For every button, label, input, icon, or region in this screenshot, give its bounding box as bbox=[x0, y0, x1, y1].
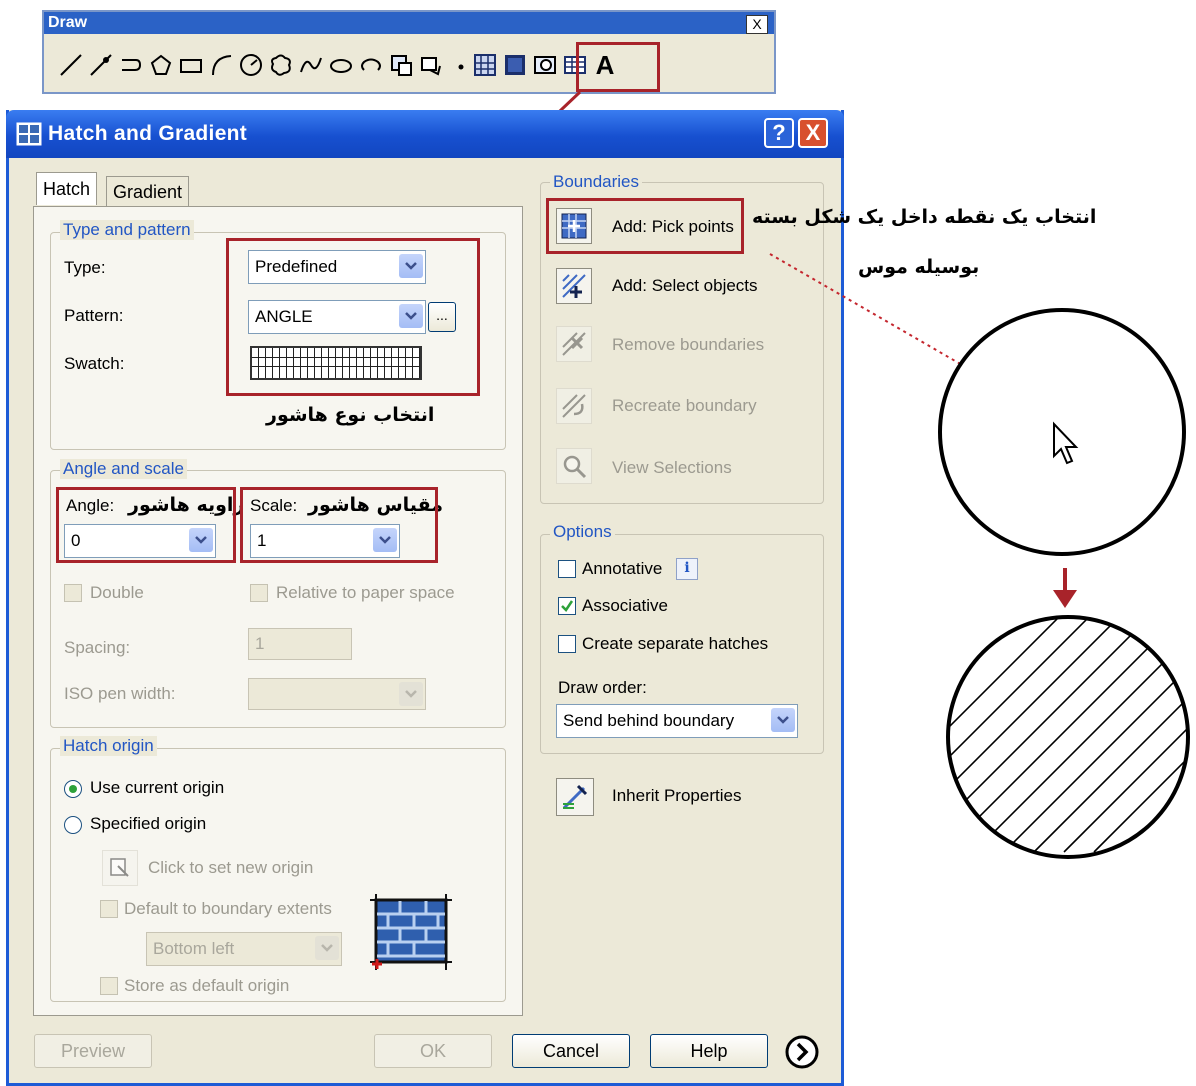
pick-point-annotation-line1: انتخاب یک نقطه داخل یک شکل بسته bbox=[752, 206, 1097, 228]
draw-order-select[interactable]: Send behind boundary bbox=[556, 704, 798, 738]
draw-order-label: Draw order: bbox=[558, 678, 647, 697]
select-objects-label[interactable]: Add: Select objects bbox=[612, 276, 758, 296]
cancel-button[interactable]: Cancel bbox=[512, 1034, 630, 1068]
spacing-label: Spacing: bbox=[64, 638, 131, 657]
separate-hatches-checkbox[interactable] bbox=[558, 635, 576, 653]
revision-cloud-icon[interactable] bbox=[266, 50, 296, 80]
double-label: Double bbox=[90, 583, 144, 602]
more-options-icon[interactable] bbox=[784, 1034, 820, 1070]
swatch-label: Swatch: bbox=[64, 354, 125, 373]
make-block-icon[interactable] bbox=[416, 50, 446, 80]
toolbar-title[interactable]: Draw bbox=[44, 12, 774, 34]
boundaries-legend: Boundaries bbox=[550, 172, 643, 192]
rectangle-icon[interactable] bbox=[176, 50, 206, 80]
chevron-down-icon[interactable] bbox=[315, 936, 339, 960]
store-default-checkbox[interactable] bbox=[100, 977, 118, 995]
default-extents-label: Default to boundary extents bbox=[124, 899, 332, 918]
store-default-label: Store as default origin bbox=[124, 976, 290, 995]
use-current-origin-label: Use current origin bbox=[90, 778, 225, 797]
draw-toolbar: Draw X A bbox=[42, 10, 776, 94]
close-icon[interactable]: X bbox=[798, 118, 828, 148]
info-icon[interactable]: i bbox=[676, 558, 698, 580]
line-icon[interactable] bbox=[56, 50, 86, 80]
relative-paper-checkbox[interactable] bbox=[250, 584, 268, 602]
type-label: Type: bbox=[64, 258, 106, 277]
spacing-input[interactable]: 1 bbox=[248, 628, 352, 660]
associative-checkbox[interactable] bbox=[558, 597, 576, 615]
tab-hatch[interactable]: Hatch bbox=[36, 172, 98, 205]
annotative-label: Annotative bbox=[582, 559, 663, 578]
origin-position-value: Bottom left bbox=[153, 939, 235, 958]
polyline-icon[interactable] bbox=[116, 50, 146, 80]
draw-order-value: Send behind boundary bbox=[563, 711, 735, 730]
preview-button[interactable]: Preview bbox=[34, 1034, 152, 1068]
hatched-circle-figure bbox=[946, 615, 1190, 859]
toolbar-close-button[interactable]: X bbox=[746, 15, 768, 34]
pick-points-highlight bbox=[546, 198, 744, 254]
scale-highlight bbox=[240, 487, 438, 563]
chevron-down-icon[interactable] bbox=[771, 708, 795, 732]
spline-icon[interactable] bbox=[296, 50, 326, 80]
use-current-origin-radio[interactable] bbox=[64, 780, 82, 798]
recreate-boundary-label[interactable]: Recreate boundary bbox=[612, 396, 757, 416]
relative-paper-label: Relative to paper space bbox=[276, 583, 455, 602]
options-legend: Options bbox=[550, 522, 615, 542]
chevron-down-icon[interactable] bbox=[399, 682, 423, 706]
hatch-icon[interactable] bbox=[470, 50, 500, 80]
specified-origin-radio[interactable] bbox=[64, 816, 82, 834]
empty-circle-figure bbox=[938, 308, 1186, 556]
dialog-titlebar[interactable]: Hatch and Gradient ? X bbox=[6, 110, 844, 158]
circle-icon[interactable] bbox=[236, 50, 266, 80]
polygon-icon[interactable] bbox=[146, 50, 176, 80]
hatch-app-icon bbox=[16, 122, 42, 146]
help-button[interactable]: Help bbox=[650, 1034, 768, 1068]
separate-hatches-label: Create separate hatches bbox=[582, 634, 769, 653]
default-extents-checkbox[interactable] bbox=[100, 900, 118, 918]
hatch-origin-legend: Hatch origin bbox=[60, 736, 157, 756]
select-objects-icon[interactable] bbox=[556, 268, 592, 304]
pattern-label: Pattern: bbox=[64, 306, 124, 325]
tab-gradient[interactable]: Gradient bbox=[106, 176, 190, 207]
remove-boundaries-icon[interactable] bbox=[556, 326, 592, 362]
brick-preview-icon bbox=[370, 894, 452, 970]
specified-origin-label: Specified origin bbox=[90, 814, 207, 833]
magnifier-icon[interactable] bbox=[556, 448, 592, 484]
double-checkbox[interactable] bbox=[64, 584, 82, 602]
pattern-type-annotation: انتخاب نوع هاشور bbox=[266, 404, 435, 426]
recreate-boundary-icon[interactable] bbox=[556, 388, 592, 424]
down-arrow-icon bbox=[1053, 568, 1077, 608]
iso-pen-width-label: ISO pen width: bbox=[64, 684, 176, 703]
iso-pen-width-select[interactable] bbox=[248, 678, 426, 710]
hatch-tool-highlight bbox=[576, 42, 660, 92]
type-pattern-highlight bbox=[226, 238, 480, 396]
inherit-properties-icon[interactable] bbox=[556, 778, 594, 816]
view-selections-label[interactable]: View Selections bbox=[612, 458, 732, 478]
remove-boundaries-label[interactable]: Remove boundaries bbox=[612, 335, 764, 355]
ellipse-icon[interactable] bbox=[326, 50, 356, 80]
arc-icon[interactable] bbox=[206, 50, 236, 80]
origin-position-select[interactable]: Bottom left bbox=[146, 932, 342, 966]
ellipse-arc-icon[interactable] bbox=[356, 50, 386, 80]
help-icon[interactable]: ? bbox=[764, 118, 794, 148]
gradient-icon[interactable] bbox=[500, 50, 530, 80]
inherit-properties-label[interactable]: Inherit Properties bbox=[612, 786, 741, 806]
angle-scale-legend: Angle and scale bbox=[60, 459, 187, 479]
insert-block-icon[interactable] bbox=[386, 50, 416, 80]
set-origin-icon[interactable] bbox=[102, 850, 138, 886]
ok-button[interactable]: OK bbox=[374, 1034, 492, 1068]
associative-label: Associative bbox=[582, 596, 668, 615]
angle-highlight bbox=[56, 487, 236, 563]
type-pattern-legend: Type and pattern bbox=[60, 220, 194, 240]
dialog-title: Hatch and Gradient bbox=[48, 122, 248, 145]
annotative-checkbox[interactable] bbox=[558, 560, 576, 578]
construction-line-icon[interactable] bbox=[86, 50, 116, 80]
region-icon[interactable] bbox=[530, 50, 560, 80]
click-set-origin-label[interactable]: Click to set new origin bbox=[148, 858, 313, 878]
